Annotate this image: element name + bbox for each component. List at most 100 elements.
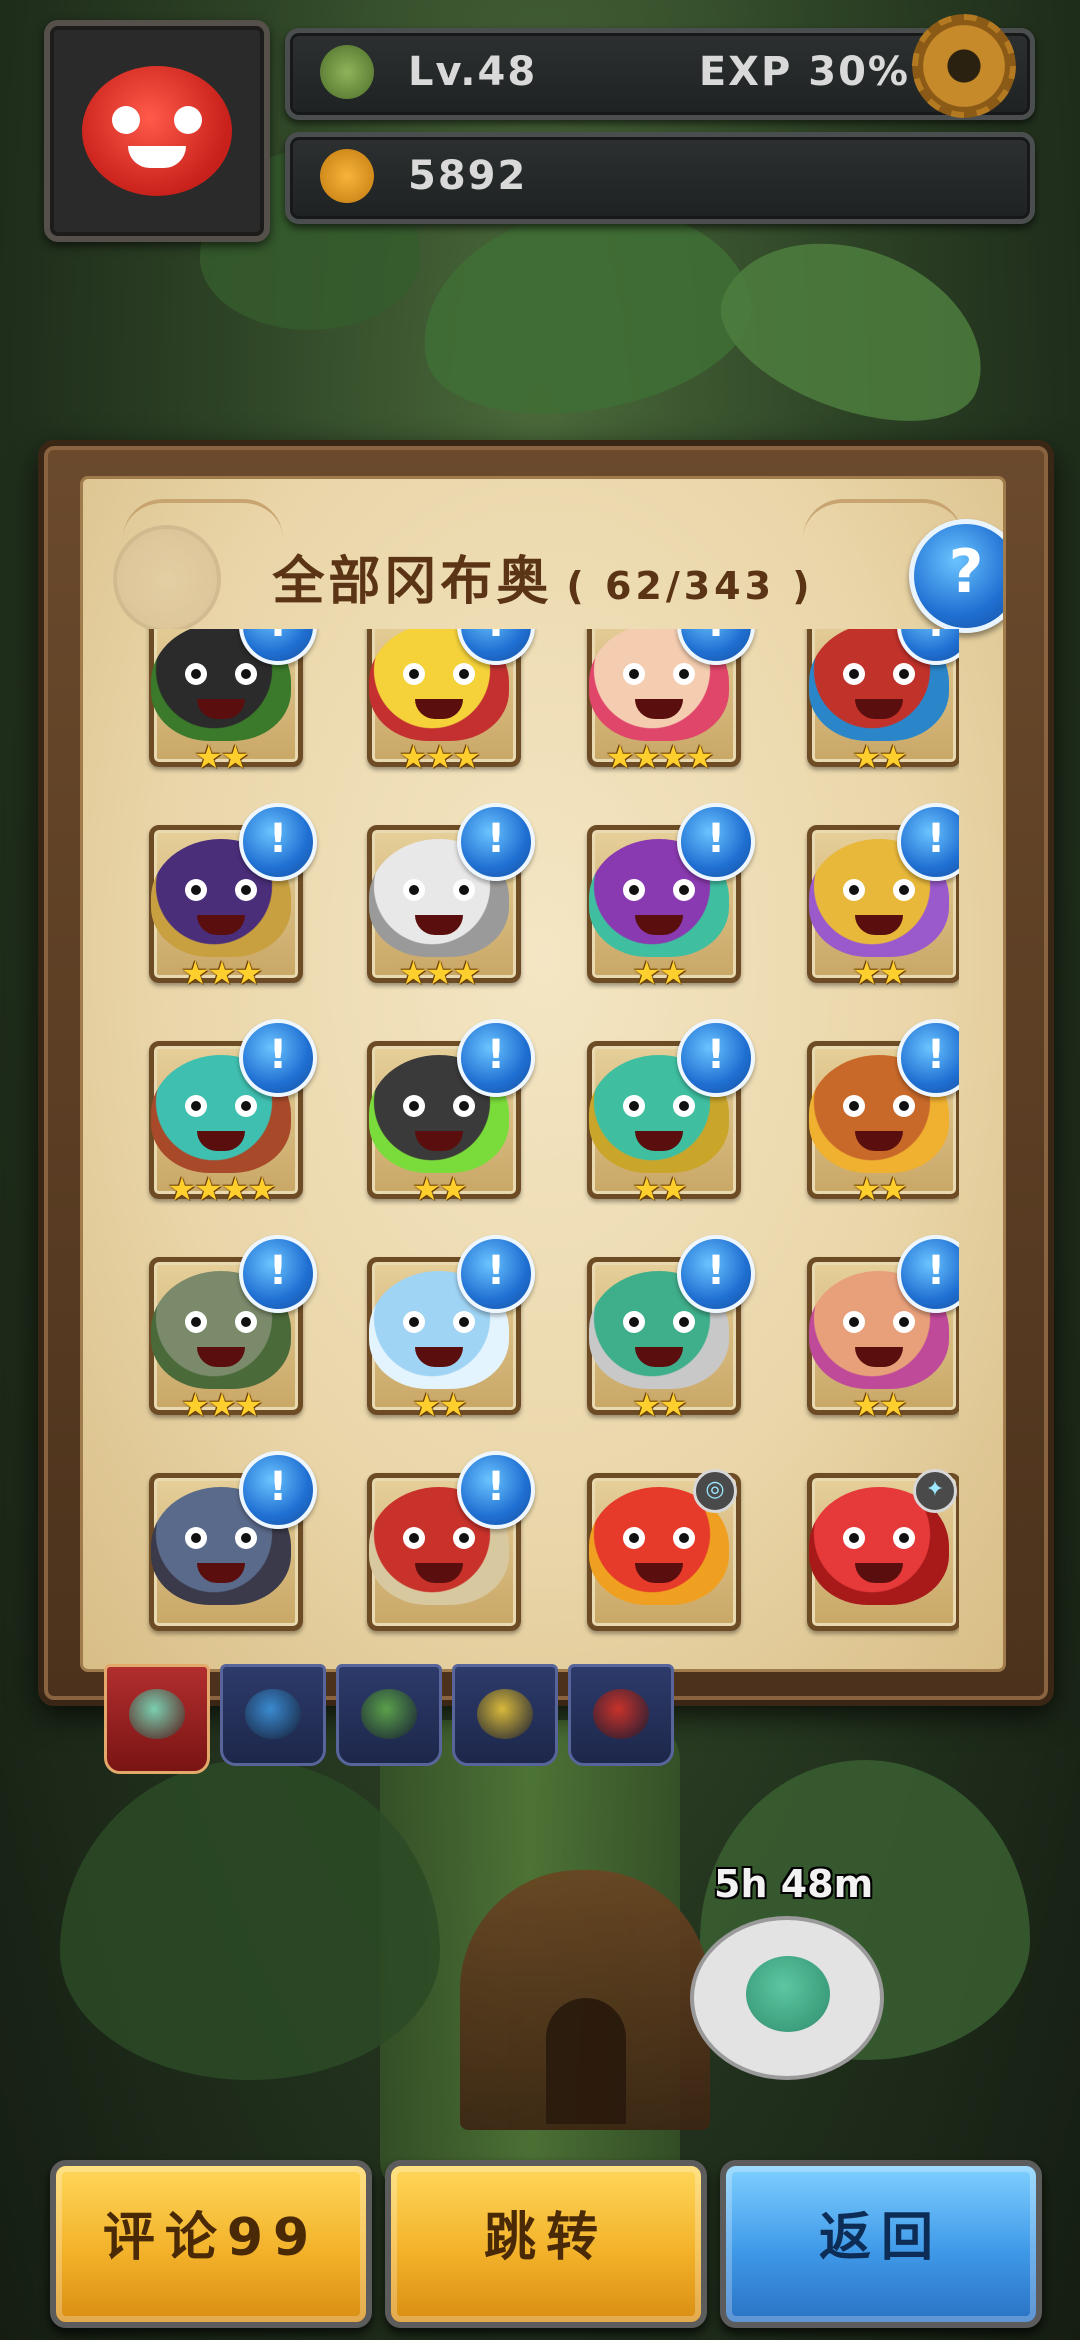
monster-card[interactable]: ★★! [797, 1019, 959, 1205]
monster-card[interactable]: ✦ [797, 1469, 959, 1637]
new-alert-badge: ! [239, 1451, 317, 1529]
monster-mouth [197, 1347, 245, 1367]
monster-mouth [415, 1347, 463, 1367]
monster-eye [623, 879, 645, 901]
explorer-bubble[interactable] [690, 1916, 884, 2080]
review-button[interactable]: 评论99 [50, 2160, 372, 2328]
timer-label: 5h 48m [714, 1862, 874, 1906]
monster-mouth [635, 699, 683, 719]
category-tab[interactable] [452, 1664, 558, 1766]
monster-eye [185, 1095, 207, 1117]
new-alert-badge: ! [239, 1235, 317, 1313]
monster-mouth [635, 915, 683, 935]
currency-bar: 5892 [285, 132, 1035, 224]
monster-eye [235, 879, 257, 901]
monster-eye [893, 663, 915, 685]
monster-card[interactable]: ★★★! [357, 629, 535, 776]
monster-card[interactable]: ★★! [139, 629, 317, 776]
collection-count: ( 62/343 ) [566, 564, 814, 608]
category-tab[interactable] [568, 1664, 674, 1766]
monster-card[interactable]: ★★★! [357, 803, 535, 989]
monster-eye [453, 1311, 475, 1333]
category-tab[interactable] [104, 1664, 210, 1774]
new-alert-badge: ! [677, 803, 755, 881]
monster-eye [893, 1095, 915, 1117]
status-badge: ✦ [913, 1469, 957, 1513]
background-leaf [700, 208, 1010, 452]
monster-eye [673, 663, 695, 685]
monster-card[interactable]: ★★! [577, 803, 755, 992]
monster-card[interactable]: ★★★★! [139, 1019, 317, 1208]
monster-eye [893, 1311, 915, 1333]
panel-title: 全部冈布奥 ( 62/343 ) [83, 539, 1003, 614]
star-rating: ★★★★ [167, 1170, 277, 1208]
monster-card[interactable]: ★★! [797, 803, 959, 992]
star-rating: ★★★ [180, 1386, 263, 1424]
monster-eye [623, 663, 645, 685]
monster-card[interactable]: ★★! [797, 1235, 959, 1421]
monster-card[interactable]: ! [357, 1451, 535, 1637]
category-tab[interactable] [336, 1664, 442, 1766]
monster-eye [235, 1311, 257, 1333]
star-rating: ★★ [852, 738, 907, 776]
settings-gear-icon[interactable] [912, 14, 1016, 118]
monster-eye [623, 1311, 645, 1333]
house[interactable] [460, 1870, 710, 2130]
monster-eye [843, 879, 865, 901]
category-tab[interactable] [220, 1664, 326, 1766]
monster-eye [403, 1095, 425, 1117]
monster-eye [235, 1095, 257, 1117]
monster-mouth [855, 699, 903, 719]
monster-card[interactable]: ★★! [357, 1019, 535, 1208]
tab-monster-icon [593, 1689, 649, 1739]
fruit-currency-icon [320, 149, 374, 203]
help-button[interactable]: ? [909, 519, 1003, 633]
level-text: Lv.48 [408, 49, 538, 95]
monster-mouth [197, 699, 245, 719]
monster-card[interactable]: ◎ [577, 1469, 741, 1637]
monster-eye [623, 1095, 645, 1117]
jump-button[interactable]: 跳转 [385, 2160, 707, 2328]
new-alert-badge: ! [677, 1235, 755, 1313]
monster-mouth [415, 699, 463, 719]
monster-eye [843, 663, 865, 685]
monster-mouth [197, 1563, 245, 1583]
star-rating: ★★ [852, 954, 907, 992]
panel-title-text: 全部冈布奥 [272, 552, 553, 612]
house-door [546, 1998, 626, 2124]
monster-mouth [855, 1131, 903, 1151]
monster-card[interactable]: ★★★! [139, 803, 317, 992]
monster-card[interactable]: ★★! [357, 1235, 535, 1424]
monster-card[interactable]: ★★★★! [577, 629, 755, 773]
level-icon [320, 45, 374, 99]
monster-mouth [415, 1563, 463, 1583]
star-rating: ★★ [194, 738, 249, 776]
star-rating: ★★ [412, 1170, 467, 1208]
star-rating: ★★★ [398, 738, 481, 776]
explorer-monster-icon [746, 1956, 830, 2032]
tab-monster-icon [129, 1689, 185, 1739]
player-avatar[interactable] [44, 20, 270, 242]
monster-card[interactable]: ★★! [577, 1019, 755, 1205]
monster-card[interactable]: ! [139, 1451, 317, 1637]
star-rating: ★★ [632, 1386, 687, 1424]
new-alert-badge: ! [239, 803, 317, 881]
monster-eye [403, 1311, 425, 1333]
monster-card[interactable]: ★★! [797, 629, 959, 773]
star-rating: ★★ [632, 954, 687, 992]
status-badge: ◎ [693, 1469, 737, 1513]
exp-text: EXP 30% [698, 49, 910, 95]
monster-eye [235, 1527, 257, 1549]
monster-eye [185, 1311, 207, 1333]
monster-eye [673, 879, 695, 901]
monster-card[interactable]: ★★! [577, 1235, 755, 1424]
monster-eye [403, 1527, 425, 1549]
back-button[interactable]: 返回 [720, 2160, 1042, 2328]
star-rating: ★★★ [180, 954, 263, 992]
new-alert-badge: ! [457, 1235, 535, 1313]
collection-panel: 全部冈布奥( 62/343 ) ? ★★!★★★!★★★★!★★!★★★!★★★… [38, 440, 1054, 1706]
collection-panel-body: 全部冈布奥( 62/343 ) ? ★★!★★★!★★★★!★★!★★★!★★★… [80, 476, 1006, 1672]
monster-grid: ★★!★★★!★★★★!★★!★★★!★★★!★★!★★!★★★★!★★!★★!… [139, 629, 959, 1639]
star-rating: ★★ [412, 1386, 467, 1424]
monster-card[interactable]: ★★★! [139, 1235, 317, 1424]
